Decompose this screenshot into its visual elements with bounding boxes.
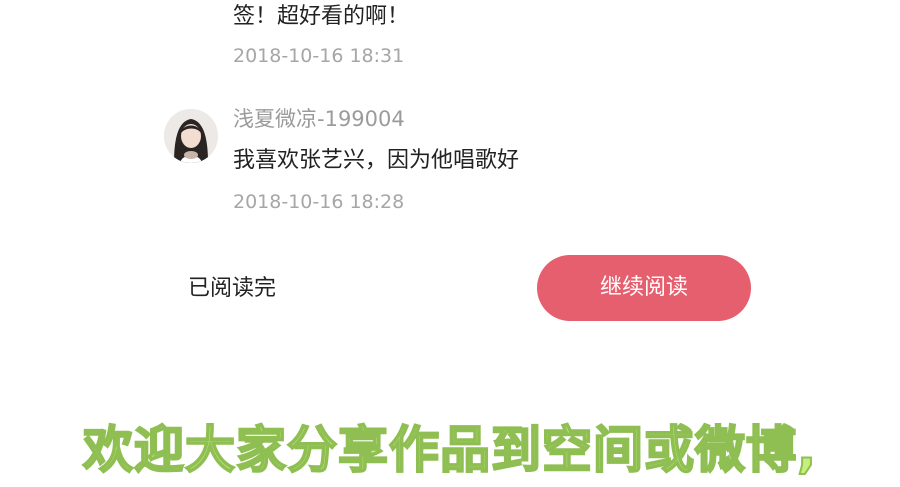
comment-timestamp: 2018-10-16 18:28 bbox=[233, 191, 405, 213]
comment-item: 浅夏微凉-199004 我喜欢张艺兴，因为他唱歌好 2018-10-16 18:… bbox=[0, 0, 900, 230]
overlay-caption: 欢迎大家分享作品到空间或微博, bbox=[82, 420, 817, 480]
read-complete-label: 已阅读完 bbox=[188, 276, 277, 301]
user-avatar-icon bbox=[164, 109, 218, 163]
continue-reading-button[interactable]: 继续阅读 bbox=[537, 255, 751, 321]
comment-text: 我喜欢张艺兴，因为他唱歌好 bbox=[233, 148, 520, 173]
avatar[interactable] bbox=[164, 109, 218, 163]
username[interactable]: 浅夏微凉-199004 bbox=[233, 105, 405, 133]
